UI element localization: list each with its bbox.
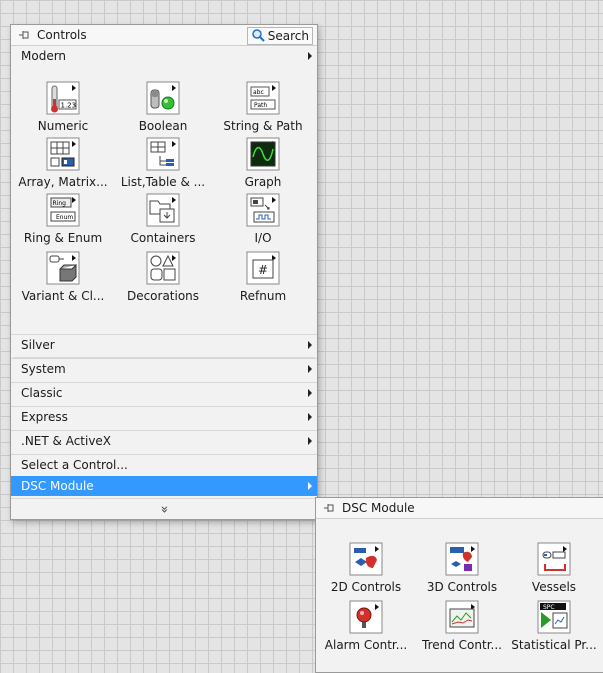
palette-item-label: Refnum bbox=[239, 289, 287, 303]
category-classic[interactable]: Classic bbox=[11, 382, 317, 402]
palette-item-label: Numeric bbox=[37, 119, 89, 133]
category-silver[interactable]: Silver bbox=[11, 334, 317, 354]
array-matrix-icon bbox=[46, 137, 80, 171]
palette-item-ring-enum[interactable]: Ring Enum Ring & Enum bbox=[17, 189, 109, 253]
palette-item-label: Variant & Cl... bbox=[21, 289, 105, 303]
category-label: Select a Control... bbox=[21, 457, 128, 472]
category-label: System bbox=[21, 361, 66, 376]
palette-item-label: Boolean bbox=[138, 119, 188, 133]
ring-enum-icon: Ring Enum bbox=[46, 193, 80, 227]
category-dsc-module[interactable]: DSC Module bbox=[11, 476, 317, 496]
palette-item-label: Statistical Pr... bbox=[511, 638, 597, 652]
submenu-arrow-icon bbox=[308, 389, 312, 397]
category-label: DSC Module bbox=[21, 479, 94, 493]
select-a-control-item[interactable]: Select a Control... bbox=[11, 454, 317, 474]
palette-item-variant-class[interactable]: Variant & Cl... bbox=[17, 247, 109, 311]
string-path-icon: abc Path bbox=[246, 81, 280, 115]
category-label: Express bbox=[21, 409, 68, 424]
trend-controls-icon bbox=[445, 600, 479, 634]
vessels-icon bbox=[537, 542, 571, 576]
statistical-process-icon: SPC bbox=[537, 600, 571, 634]
submenu-arrow-icon bbox=[308, 437, 312, 445]
palette-item-statistical-process[interactable]: SPC Statistical Pr... bbox=[508, 596, 600, 660]
category-label: Modern bbox=[21, 49, 67, 63]
svg-text:Path: Path bbox=[254, 102, 267, 109]
category-modern[interactable]: Modern bbox=[11, 46, 317, 66]
search-label: Search bbox=[267, 29, 309, 43]
thumbtack-pin-icon[interactable] bbox=[17, 28, 31, 42]
palette-item-label: Array, Matrix... bbox=[18, 175, 108, 189]
svg-text:Ring: Ring bbox=[53, 200, 67, 207]
category-express[interactable]: Express bbox=[11, 406, 317, 426]
palette-item-label: Alarm Contr... bbox=[324, 638, 408, 652]
palette-item-string-path[interactable]: abc Path String & Path bbox=[217, 77, 309, 141]
palette-item-alarm-controls[interactable]: Alarm Contr... bbox=[320, 596, 412, 660]
palette-item-list-table[interactable]: List,Table & ... bbox=[117, 133, 209, 197]
svg-text:SPC: SPC bbox=[543, 604, 555, 611]
palette-item-boolean[interactable]: Boolean bbox=[117, 77, 209, 141]
palette-item-refnum[interactable]: # Refnum bbox=[217, 247, 309, 311]
palette-item-io[interactable]: I/O bbox=[217, 189, 309, 253]
palette-item-label: Graph bbox=[244, 175, 282, 189]
palette-item-numeric[interactable]: 1.23 Numeric bbox=[17, 77, 109, 141]
palette-item-label: 3D Controls bbox=[426, 580, 498, 594]
submenu-arrow-icon bbox=[308, 482, 312, 490]
svg-text:#: # bbox=[258, 263, 268, 277]
category-dotnet-activex[interactable]: .NET & ActiveX bbox=[11, 430, 317, 450]
dsc-module-palette: DSC Module 2D Controls 3D Controls Vesse… bbox=[315, 497, 603, 673]
svg-text:abc: abc bbox=[253, 89, 264, 96]
palette-item-label: Trend Contr... bbox=[422, 638, 502, 652]
list-table-icon bbox=[146, 137, 180, 171]
svg-text:1.23: 1.23 bbox=[61, 102, 77, 110]
palette-item-3d-controls[interactable]: 3D Controls bbox=[416, 538, 508, 602]
io-icon bbox=[246, 193, 280, 227]
graph-icon bbox=[246, 137, 280, 171]
expand-palette-button[interactable]: » bbox=[11, 498, 317, 519]
double-chevron-down-icon: » bbox=[156, 505, 172, 513]
modern-icon-grid: 1.23 Numeric Boolean abc Path String & P… bbox=[13, 77, 315, 358]
palette-item-label: List,Table & ... bbox=[120, 175, 206, 189]
sub-palette-title: DSC Module bbox=[342, 501, 415, 515]
decorations-icon bbox=[146, 251, 180, 285]
category-label: .NET & ActiveX bbox=[21, 433, 112, 448]
palette-item-decorations[interactable]: Decorations bbox=[117, 247, 209, 311]
palette-item-label: Vessels bbox=[531, 580, 577, 594]
palette-item-array-matrix[interactable]: Array, Matrix... bbox=[17, 133, 109, 197]
palette-item-graph[interactable]: Graph bbox=[217, 133, 309, 197]
category-label: Classic bbox=[21, 385, 63, 400]
palette-item-vessels[interactable]: Vessels bbox=[508, 538, 600, 602]
svg-text:Enum: Enum bbox=[56, 214, 73, 221]
refnum-icon: # bbox=[246, 251, 280, 285]
numeric-icon: 1.23 bbox=[46, 81, 80, 115]
submenu-arrow-icon bbox=[308, 365, 312, 373]
submenu-arrow-icon bbox=[308, 52, 312, 60]
palette-title: Controls bbox=[37, 28, 87, 42]
alarm-controls-icon bbox=[349, 600, 383, 634]
palette-item-label: I/O bbox=[254, 231, 272, 245]
containers-icon bbox=[146, 193, 180, 227]
palette-item-label: String & Path bbox=[223, 119, 303, 133]
boolean-icon bbox=[146, 81, 180, 115]
submenu-arrow-icon bbox=[308, 341, 312, 349]
category-system[interactable]: System bbox=[11, 358, 317, 378]
category-label: Silver bbox=[21, 337, 55, 352]
palette-item-2d-controls[interactable]: 2D Controls bbox=[320, 538, 412, 602]
thumbtack-pin-icon[interactable] bbox=[322, 501, 336, 515]
2d-controls-icon bbox=[349, 542, 383, 576]
palette-item-label: Ring & Enum bbox=[23, 231, 103, 245]
magnifier-icon bbox=[251, 28, 265, 45]
palette-titlebar[interactable]: Controls Search bbox=[11, 25, 317, 46]
palette-item-trend-controls[interactable]: Trend Contr... bbox=[416, 596, 508, 660]
submenu-arrow-icon bbox=[308, 413, 312, 421]
search-button[interactable]: Search bbox=[246, 27, 313, 45]
palette-item-label: Containers bbox=[130, 231, 196, 245]
sub-palette-titlebar[interactable]: DSC Module bbox=[316, 498, 603, 519]
controls-palette: Controls Search Modern 1.23 Numeric Bool… bbox=[10, 24, 318, 520]
palette-item-containers[interactable]: Containers bbox=[117, 189, 209, 253]
palette-item-label: 2D Controls bbox=[330, 580, 402, 594]
palette-item-label: Decorations bbox=[126, 289, 200, 303]
3d-controls-icon bbox=[445, 542, 479, 576]
variant-class-icon bbox=[46, 251, 80, 285]
